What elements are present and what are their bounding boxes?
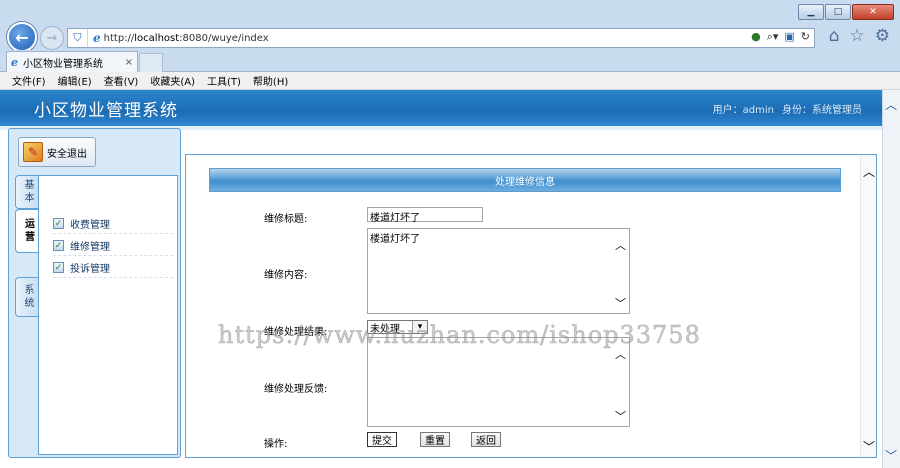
logout-icon: ✎ xyxy=(23,142,43,162)
window-controls: ▁ □ ✕ xyxy=(798,4,894,20)
tab-close-icon[interactable]: × xyxy=(125,57,133,68)
content-text: 楼道灯坏了 xyxy=(370,234,420,245)
checkbox-icon: ✓ xyxy=(53,240,64,251)
compat-view-icon[interactable]: ⛉ xyxy=(68,29,88,47)
result-select[interactable]: 未处理 ▾ xyxy=(367,320,428,335)
chevron-up-icon[interactable]: ︿ xyxy=(615,346,626,362)
chevron-down-icon[interactable]: ﹀ xyxy=(615,408,626,424)
refresh-icon[interactable]: ↻ xyxy=(801,30,810,44)
menu-file[interactable]: 文件(F) xyxy=(12,73,46,88)
security-icon[interactable]: ● xyxy=(751,30,761,44)
sidebar-tab-basic[interactable]: 基本 xyxy=(15,175,39,209)
title-label: 维修标题: xyxy=(264,214,308,225)
user-value: admin xyxy=(742,105,774,116)
checkbox-icon: ✓ xyxy=(53,262,64,273)
address-bar[interactable]: ⛉ e http://localhost:8080/wuye/index ● ⌕… xyxy=(67,28,815,48)
back-button[interactable]: ← xyxy=(7,22,37,52)
logout-label: 安全退出 xyxy=(47,148,87,160)
chevron-down-icon[interactable]: ﹀ xyxy=(863,438,875,455)
settings-gear-icon[interactable]: ⚙ xyxy=(875,26,890,46)
role-value: 系统管理员 xyxy=(812,105,862,116)
menu-edit[interactable]: 编辑(E) xyxy=(58,73,92,88)
maximize-button[interactable]: □ xyxy=(825,4,851,20)
feedback-textarea[interactable]: ︿ ﹀ xyxy=(367,337,630,427)
menu-favorites[interactable]: 收藏夹(A) xyxy=(150,73,195,88)
home-icon[interactable]: ⌂ xyxy=(829,26,840,46)
forward-button[interactable]: → xyxy=(40,26,64,50)
checkbox-icon: ✓ xyxy=(53,218,64,229)
search-icon[interactable]: ⌕▾ xyxy=(767,30,779,44)
window-titlebar: ▁ □ ✕ xyxy=(0,0,900,24)
ie-page-icon: e xyxy=(93,31,101,45)
user-label: 用户： xyxy=(712,105,743,116)
feedback-label: 维修处理反馈: xyxy=(264,384,328,395)
sidebar-item-complaints[interactable]: ✓ 投诉管理 xyxy=(53,258,173,278)
sidebar-item-label: 收费管理 xyxy=(70,220,110,231)
browser-toolbar-icons: ⌂ ☆ ⚙ xyxy=(829,26,890,46)
browser-navbar: ← → ⛉ e http://localhost:8080/wuye/index… xyxy=(0,22,900,52)
result-label: 维修处理结果: xyxy=(264,327,328,338)
app-header: 小区物业管理系统 用户：admin 身份：系统管理员 xyxy=(0,90,882,126)
page-scrollbar[interactable]: ︿ ﹀ xyxy=(882,90,900,468)
favorites-star-icon[interactable]: ☆ xyxy=(850,26,865,46)
arrow-left-icon: ← xyxy=(15,27,29,47)
content-scrollbar[interactable]: ︿ ﹀ xyxy=(860,155,876,457)
sidebar-tab-system[interactable]: 系统 xyxy=(15,277,39,317)
sidebar-item-label: 维修管理 xyxy=(70,242,110,253)
compat-icon[interactable]: ▣ xyxy=(784,30,794,44)
reset-button[interactable]: 重置 xyxy=(420,432,450,447)
form-header: 处理维修信息 xyxy=(209,168,841,192)
sidebar: ✎ 安全退出 基本 运营 系统 ✓ 收费管理 ✓ 维修管理 ✓ 投诉管理 xyxy=(8,128,181,458)
content-label: 维修内容: xyxy=(264,270,308,281)
chevron-down-icon[interactable]: ﹀ xyxy=(885,447,897,464)
minimize-button[interactable]: ▁ xyxy=(798,4,824,20)
menu-view[interactable]: 查看(V) xyxy=(104,73,139,88)
sidebar-item-repairs[interactable]: ✓ 维修管理 xyxy=(53,236,173,256)
browser-tab[interactable]: e 小区物业管理系统 × xyxy=(6,51,138,72)
address-actions: ● ⌕▾ ▣ ↻ xyxy=(751,30,810,44)
role-label: 身份： xyxy=(782,105,812,116)
logout-button[interactable]: ✎ 安全退出 xyxy=(18,137,96,167)
chevron-up-icon[interactable]: ︿ xyxy=(885,96,897,113)
app-title: 小区物业管理系统 xyxy=(34,101,178,121)
result-select-value: 未处理 xyxy=(370,323,400,335)
browser-tabstrip: e 小区物业管理系统 × xyxy=(0,50,900,72)
menu-help[interactable]: 帮助(H) xyxy=(253,73,288,88)
sidebar-item-fees[interactable]: ✓ 收费管理 xyxy=(53,214,173,234)
tab-favicon-icon: e xyxy=(11,55,18,69)
menu-bar: 文件(F) 编辑(E) 查看(V) 收藏夹(A) 工具(T) 帮助(H) xyxy=(0,72,900,90)
menu-tools[interactable]: 工具(T) xyxy=(207,73,241,88)
sidebar-tab-operations[interactable]: 运营 xyxy=(15,209,40,253)
arrow-right-icon: → xyxy=(46,30,58,46)
chevron-up-icon[interactable]: ︿ xyxy=(615,237,626,253)
title-input[interactable]: 楼道灯坏了 xyxy=(367,207,483,224)
content-frame: 处理维修信息 维修标题: 楼道灯坏了 维修内容: 楼道灯坏了 ︿ ﹀ 维修处理结… xyxy=(185,154,877,458)
content-textarea[interactable]: 楼道灯坏了 ︿ ﹀ xyxy=(367,228,630,314)
new-tab-button[interactable] xyxy=(139,53,163,72)
user-info: 用户：admin 身份：系统管理员 xyxy=(713,101,862,116)
close-button[interactable]: ✕ xyxy=(852,4,894,20)
tab-title: 小区物业管理系统 xyxy=(23,58,103,70)
sidebar-nav: ✓ 收费管理 ✓ 维修管理 ✓ 投诉管理 xyxy=(38,175,178,455)
back-form-button[interactable]: 返回 xyxy=(471,432,501,447)
chevron-down-icon[interactable]: ﹀ xyxy=(615,295,626,311)
submit-button[interactable]: 提交 xyxy=(367,432,397,447)
url-text[interactable]: http://localhost:8080/wuye/index xyxy=(104,33,269,44)
action-label: 操作: xyxy=(264,439,288,450)
page-viewport: 小区物业管理系统 用户：admin 身份：系统管理员 ✎ 安全退出 基本 运营 … xyxy=(0,90,882,468)
sidebar-item-label: 投诉管理 xyxy=(70,264,110,275)
chevron-down-icon: ▾ xyxy=(412,321,427,333)
chevron-up-icon[interactable]: ︿ xyxy=(863,163,875,180)
